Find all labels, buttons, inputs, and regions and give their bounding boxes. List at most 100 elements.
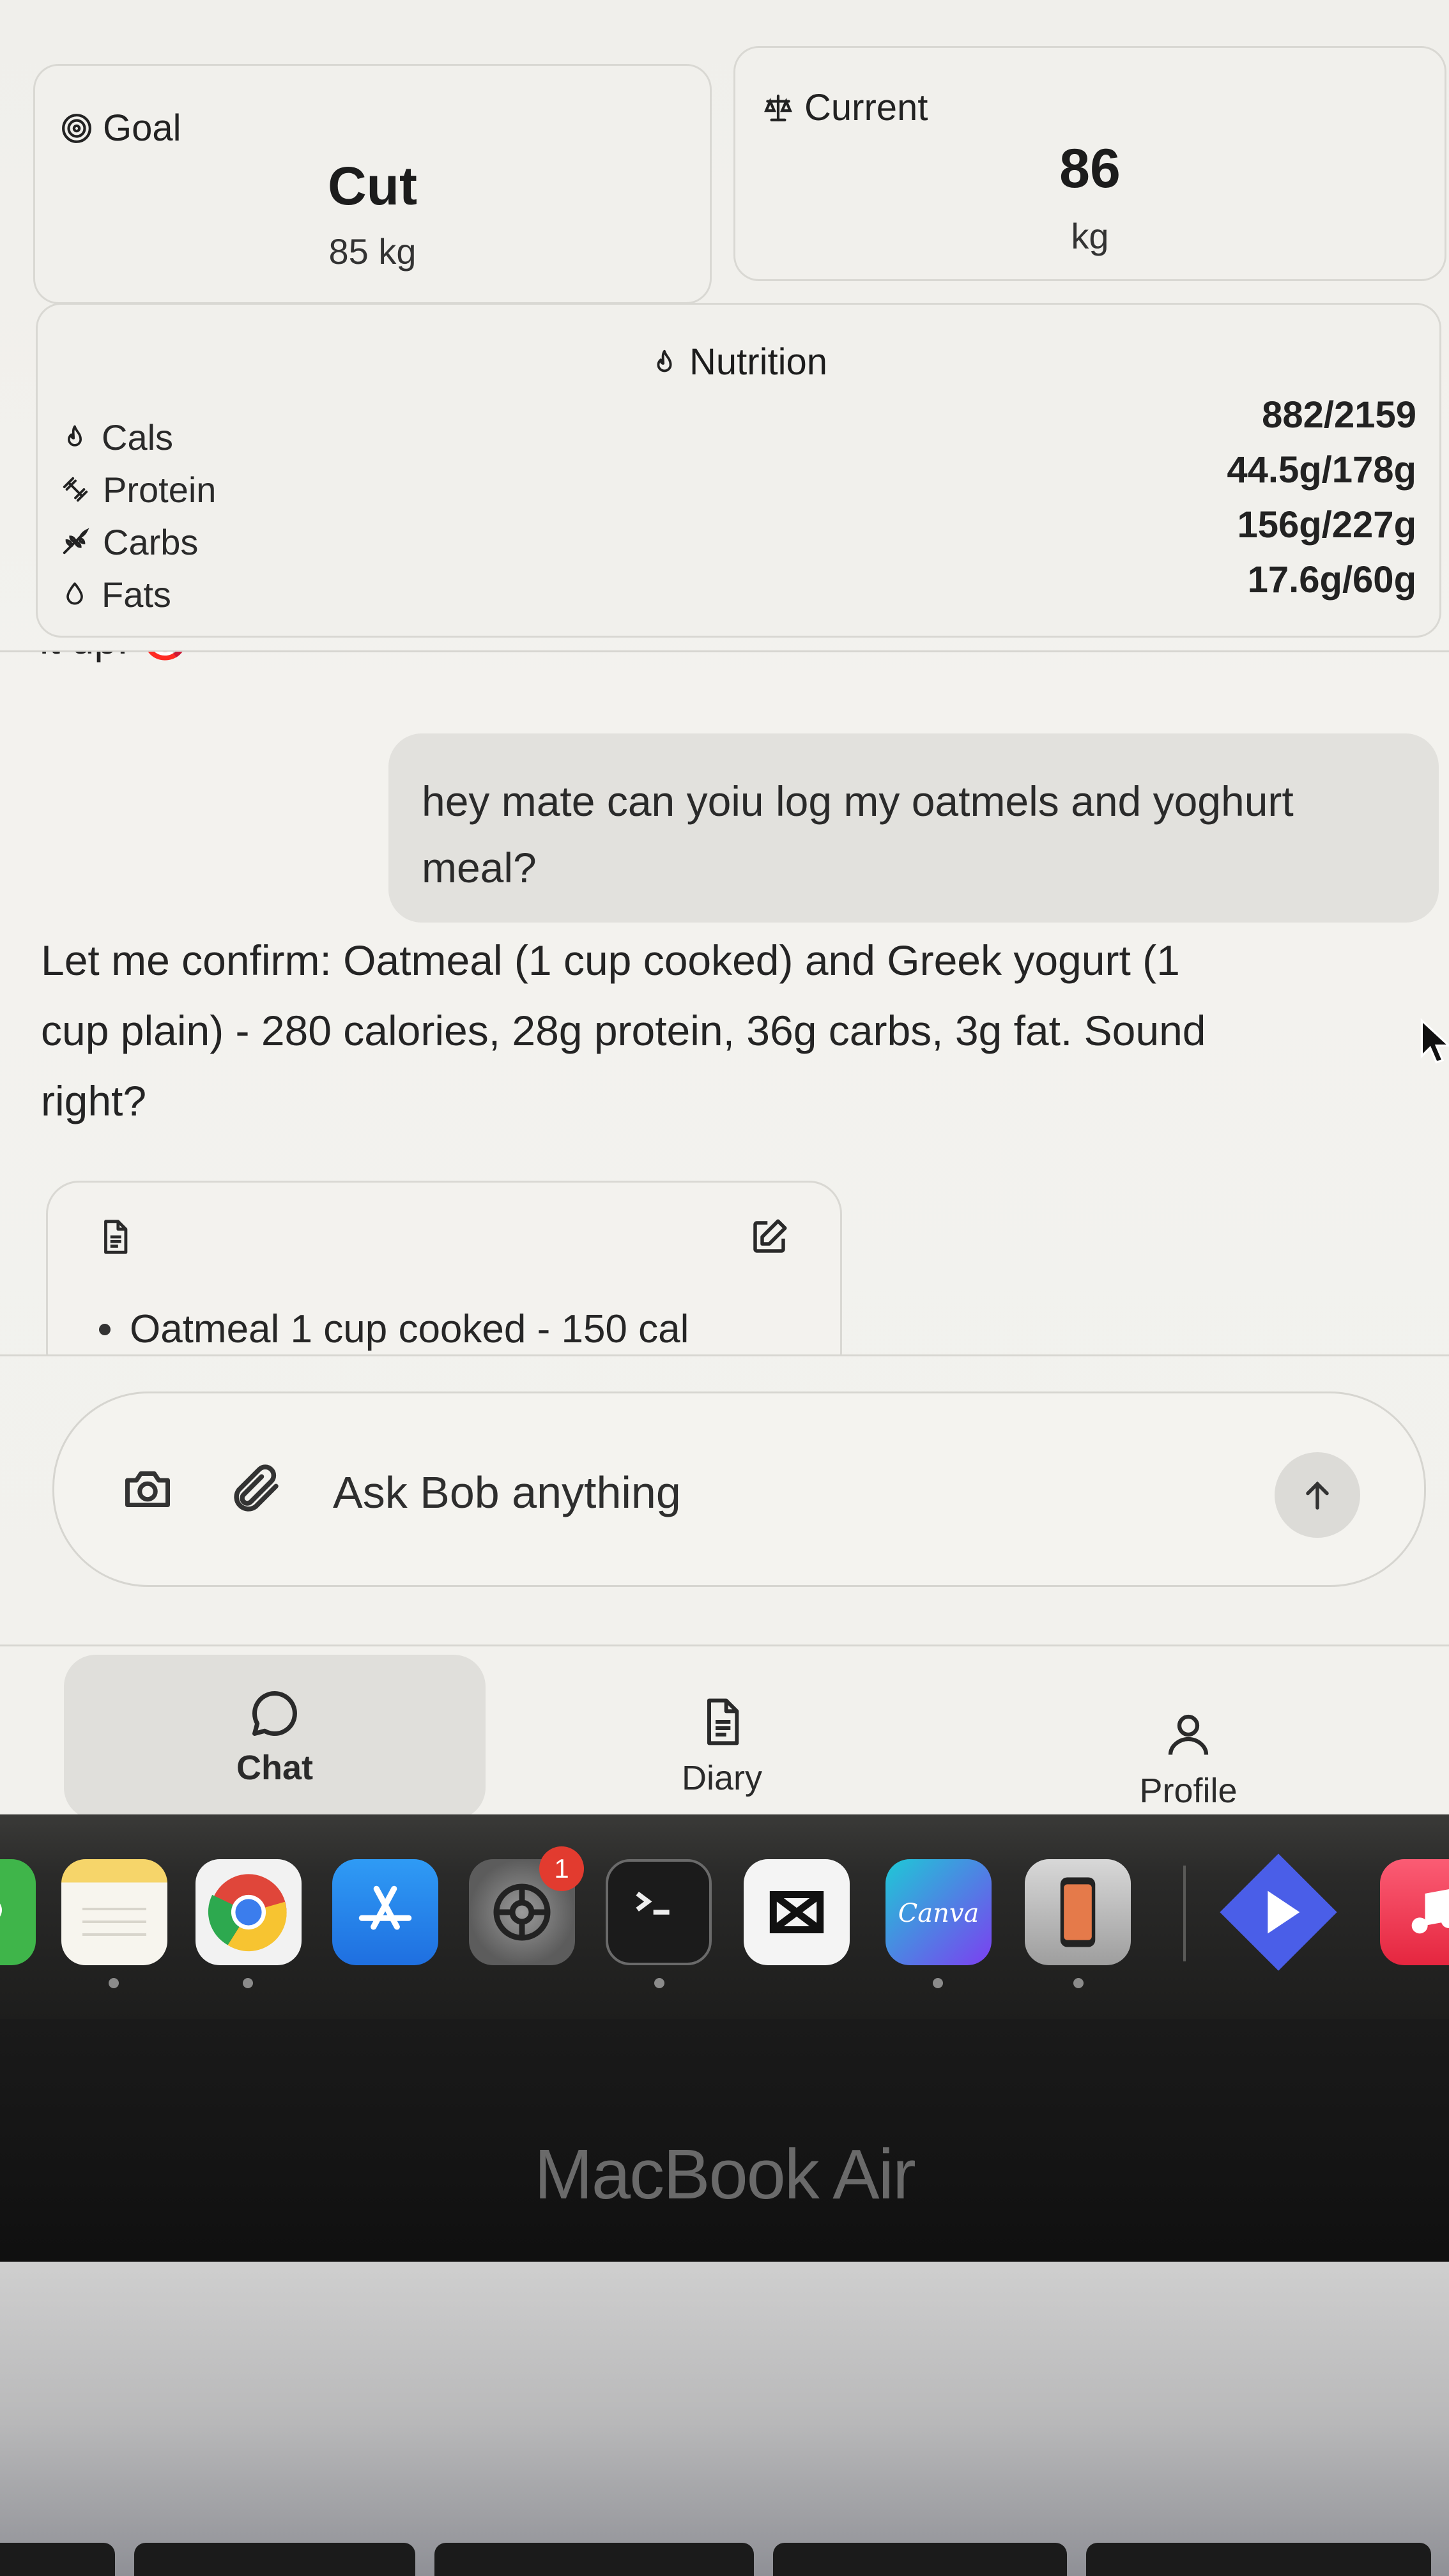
goal-card[interactable]: Goal Cut 85 kg <box>33 64 712 304</box>
goal-label-row: Goal <box>61 107 181 150</box>
nutrition-item-fats: Fats <box>61 568 216 620</box>
notification-badge: 1 <box>539 1846 584 1891</box>
composer-divider <box>0 1354 1449 1356</box>
previous-message-fragment: it up. 🎯 <box>40 652 190 664</box>
running-indicator <box>1073 1978 1084 1988</box>
laptop-body <box>0 2262 1449 2576</box>
dock-app-music[interactable] <box>1380 1859 1449 1965</box>
dock-app-app-store[interactable] <box>332 1859 438 1965</box>
current-label-row: Current <box>762 86 928 129</box>
nutrition-value-protein: 44.5g/178g <box>1227 449 1416 491</box>
current-weight-value: 86 <box>1059 138 1121 199</box>
send-button[interactable] <box>1275 1452 1360 1538</box>
message-input[interactable] <box>333 1451 1266 1534</box>
music-note-icon <box>1401 1880 1449 1944</box>
keyboard-key <box>1086 2543 1431 2576</box>
tab-label: Diary <box>681 1759 762 1797</box>
paperclip-icon[interactable] <box>228 1460 286 1517</box>
nutrition-item-protein: Protein <box>61 463 216 516</box>
user-icon <box>1162 1706 1215 1763</box>
dock-app-chrome[interactable] <box>195 1859 302 1965</box>
assistant-message: Let me confirm: Oatmeal (1 cup cooked) a… <box>41 937 1206 1124</box>
capcut-icon <box>762 1877 832 1947</box>
edit-icon[interactable] <box>748 1216 790 1258</box>
arrow-up-icon <box>1298 1476 1337 1514</box>
tab-label: Profile <box>1139 1772 1238 1810</box>
meal-log-item: Oatmeal 1 cup cooked - 150 cal <box>99 1307 689 1352</box>
meal-log-card[interactable]: Oatmeal 1 cup cooked - 150 cal <box>46 1181 842 1354</box>
bullet <box>99 1323 111 1335</box>
canva-icon: Canva <box>891 1890 986 1935</box>
iphone-icon <box>1055 1874 1100 1951</box>
goal-label: Goal <box>103 107 181 149</box>
notes-icon <box>76 1880 153 1944</box>
document-icon <box>96 1216 134 1258</box>
scale-icon <box>762 92 794 124</box>
dock-app-system-settings[interactable]: 1 <box>469 1846 584 1965</box>
nutrition-label: Carbs <box>103 521 199 562</box>
flame-icon <box>61 422 89 452</box>
current-label: Current <box>804 87 928 128</box>
flame-icon <box>650 346 679 378</box>
play-icon <box>1215 1848 1342 1976</box>
nutrition-header: Nutrition <box>38 341 1439 383</box>
messages-icon <box>0 1887 12 1938</box>
nutrition-value-list: 882/2159 44.5g/178g 156g/227g 17.6g/60g <box>1227 388 1416 608</box>
goal-target: 85 kg <box>328 231 417 272</box>
dock-separator <box>1183 1866 1186 1961</box>
chrome-icon <box>207 1871 290 1954</box>
droplet-icon <box>61 579 89 610</box>
macos-dock: 1 Canva <box>0 1814 1449 2019</box>
app-store-icon <box>350 1877 420 1947</box>
running-indicator <box>933 1978 943 1988</box>
user-message-bubble: hey mate can yoiu log my oatmels and yog… <box>388 733 1439 923</box>
nutrition-value-fats: 17.6g/60g <box>1247 559 1416 601</box>
keyboard-key <box>773 2543 1067 2576</box>
nutrition-value-carbs: 156g/227g <box>1237 504 1416 546</box>
nutrition-label: Protein <box>103 469 217 510</box>
dock-app-terminal[interactable] <box>606 1859 712 1965</box>
nutrition-label-list: Cals Protein Carbs Fats <box>61 411 216 620</box>
dock-app-notes[interactable] <box>61 1859 167 1965</box>
target-icon <box>61 112 93 144</box>
dock-app-prime-video[interactable] <box>1220 1853 1337 1971</box>
tab-profile[interactable]: Profile <box>1092 1694 1284 1822</box>
keyboard-key <box>134 2543 415 2576</box>
running-indicator <box>243 1978 253 1988</box>
running-indicator <box>109 1978 119 1988</box>
nutrition-label: Cals <box>102 417 174 457</box>
current-weight-unit: kg <box>1071 216 1109 256</box>
dock-app-capcut[interactable] <box>744 1859 850 1965</box>
nutrition-item-carbs: Carbs <box>61 516 216 568</box>
dock-app-messages[interactable] <box>0 1859 36 1965</box>
running-indicator <box>654 1978 664 1988</box>
dumbbell-icon <box>61 475 90 504</box>
dock-app-iphone-mirroring[interactable] <box>1025 1859 1131 1965</box>
app-screen: Goal Cut 85 kg Current 86 kg Nutrition C… <box>0 0 1449 1827</box>
keyboard-key <box>0 2543 115 2576</box>
dock-app-canva[interactable]: Canva <box>885 1859 992 1965</box>
nutrition-title: Nutrition <box>689 341 827 383</box>
device-label: MacBook Air <box>534 2135 916 2214</box>
nutrition-item-cals: Cals <box>61 411 216 463</box>
document-icon <box>696 1693 747 1751</box>
chat-bubble-icon <box>248 1687 302 1740</box>
tab-diary[interactable]: Diary <box>626 1682 818 1809</box>
camera-icon[interactable] <box>121 1462 174 1516</box>
bottom-tab-bar: Chat Diary Profile <box>0 1643 1449 1822</box>
chat-messages[interactable]: it up. 🎯 hey mate can yoiu log my oatmel… <box>0 652 1449 1354</box>
wheat-icon <box>61 527 90 556</box>
tab-chat[interactable]: Chat <box>64 1655 486 1820</box>
goal-title: Cut <box>328 156 417 216</box>
message-composer[interactable] <box>52 1392 1426 1587</box>
current-weight-card[interactable]: Current 86 kg <box>733 46 1446 281</box>
keyboard-key <box>434 2543 754 2576</box>
meal-log-item-text: Oatmeal 1 cup cooked - 150 cal <box>130 1307 689 1351</box>
mouse-cursor-icon <box>1420 1018 1449 1064</box>
svg-text:Canva: Canva <box>898 1899 979 1928</box>
nutrition-label: Fats <box>102 574 171 615</box>
nutrition-value-cals: 882/2159 <box>1262 394 1416 436</box>
laptop-bezel: MacBook Air <box>0 2019 1449 2274</box>
terminal-icon <box>627 1880 691 1944</box>
nutrition-card[interactable]: Nutrition Cals Protein Carbs Fats 882/21… <box>36 303 1441 638</box>
